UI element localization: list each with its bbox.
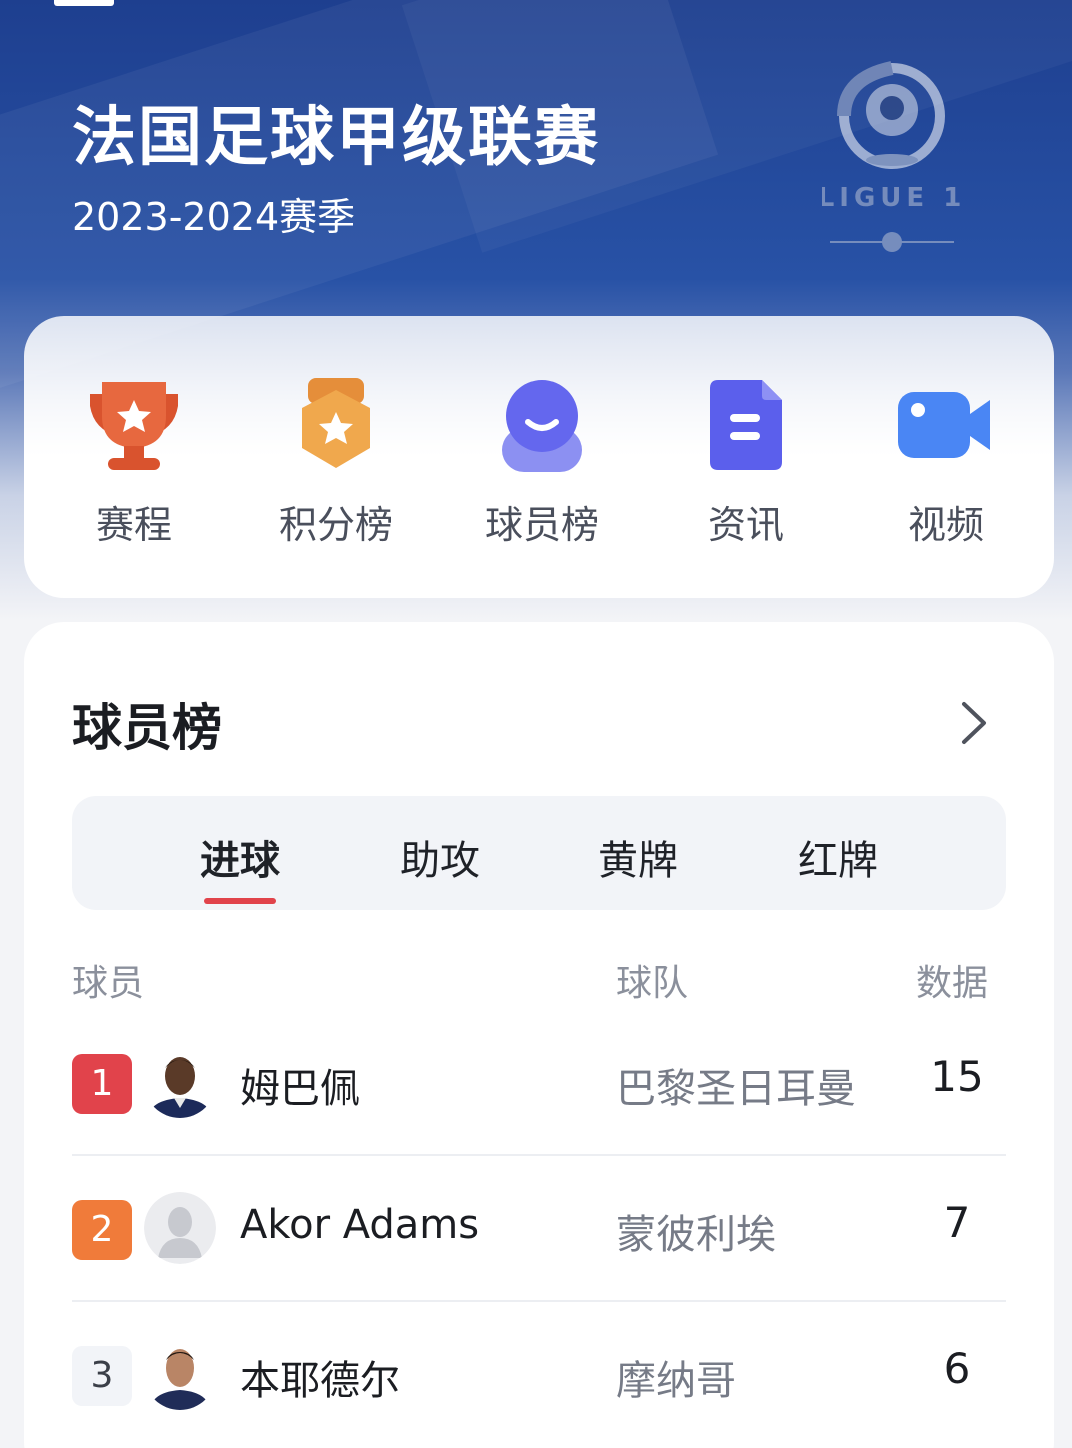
tab-red-cards[interactable]: 红牌 xyxy=(768,828,908,886)
active-tab-indicator xyxy=(204,898,276,904)
nav-label-player-rankings: 球员榜 xyxy=(484,503,599,547)
nav-item-standings[interactable]: 积分榜 xyxy=(246,376,426,556)
rank-badge: 3 xyxy=(72,1346,132,1406)
nav-item-news[interactable]: 资讯 xyxy=(656,376,836,556)
avatar xyxy=(144,1338,216,1410)
stat-value: 6 xyxy=(943,1344,971,1393)
player-name: Akor Adams xyxy=(240,1202,480,1248)
quick-nav-card: 赛程 积分榜 球员榜 资讯 视频 xyxy=(24,316,1054,598)
stat-value: 7 xyxy=(943,1198,971,1247)
player-name: 本耶德尔 xyxy=(240,1358,400,1404)
trophy-icon xyxy=(84,376,184,476)
player-icon xyxy=(492,376,592,476)
default-avatar xyxy=(144,1192,216,1264)
ligue1-logo-text: LIGUE 1 xyxy=(822,183,962,213)
column-header-stat: 数据 xyxy=(916,963,989,1004)
nav-item-schedule[interactable]: 赛程 xyxy=(44,376,224,556)
news-document-icon xyxy=(696,376,796,476)
team-name: 蒙彼利埃 xyxy=(616,1212,776,1258)
stat-tabs: 进球 助攻 黄牌 红牌 xyxy=(72,796,1006,910)
nav-label-news: 资讯 xyxy=(707,503,784,547)
nav-label-schedule: 赛程 xyxy=(95,503,172,547)
player-name: 姆巴佩 xyxy=(240,1066,360,1112)
team-name: 摩纳哥 xyxy=(616,1358,736,1404)
table-row[interactable]: 3 本耶德尔 摩纳哥 6 xyxy=(72,1302,1006,1448)
rank-badge: 1 xyxy=(72,1054,132,1114)
status-bar-indicator xyxy=(54,0,114,6)
nav-item-player-rankings[interactable]: 球员榜 xyxy=(452,376,632,556)
nav-label-standings: 积分榜 xyxy=(278,503,393,547)
section-title: 球员榜 xyxy=(72,699,222,757)
tab-yellow-cards[interactable]: 黄牌 xyxy=(568,828,708,886)
ligue1-logo-icon: LIGUE 1 xyxy=(822,61,962,252)
medal-icon xyxy=(286,376,386,476)
nav-label-video: 视频 xyxy=(907,503,984,547)
table-row[interactable]: 1 姆巴佩 巴黎圣日耳曼 15 xyxy=(72,1010,1006,1156)
table-row[interactable]: 2 Akor Adams 蒙彼利埃 7 xyxy=(72,1156,1006,1302)
tab-goals[interactable]: 进球 xyxy=(170,828,310,886)
player-ranking-card: 球员榜 进球 助攻 黄牌 红牌 球员 球队 数据 1 姆巴佩 巴黎圣日耳曼 15… xyxy=(24,622,1054,1448)
rank-badge: 2 xyxy=(72,1200,132,1260)
column-header-team: 球队 xyxy=(616,963,689,1004)
nav-item-video[interactable]: 视频 xyxy=(856,376,1036,556)
video-camera-icon xyxy=(896,376,996,476)
tab-assists[interactable]: 助攻 xyxy=(370,828,510,886)
stat-value: 15 xyxy=(930,1052,984,1101)
league-title: 法国足球甲级联赛 xyxy=(72,101,600,175)
chevron-right-icon[interactable] xyxy=(954,700,990,746)
team-name: 巴黎圣日耳曼 xyxy=(616,1066,856,1112)
avatar xyxy=(144,1046,216,1118)
column-header-player: 球员 xyxy=(72,963,145,1004)
season-label: 2023-2024赛季 xyxy=(72,195,356,239)
